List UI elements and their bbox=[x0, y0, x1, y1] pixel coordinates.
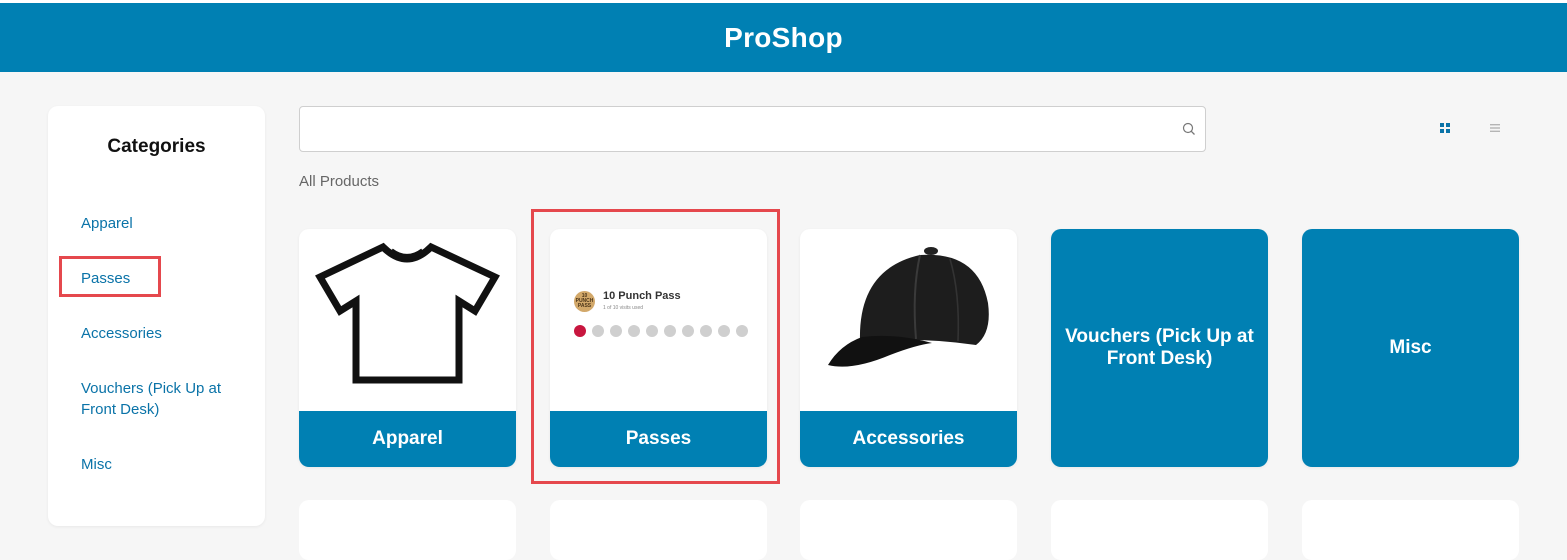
highlight-box-passes-card bbox=[531, 209, 780, 484]
highlight-box-passes-category bbox=[59, 256, 161, 297]
category-accessories[interactable]: Accessories bbox=[81, 323, 241, 344]
category-vouchers[interactable]: Vouchers (Pick Up at Front Desk) bbox=[81, 378, 241, 420]
apparel-image bbox=[299, 229, 516, 411]
app-header: ProShop bbox=[0, 0, 1567, 72]
app-title: ProShop bbox=[724, 21, 843, 53]
product-card-row2-2[interactable] bbox=[550, 500, 767, 560]
product-card-apparel[interactable]: Apparel bbox=[299, 229, 516, 467]
categories-sidebar: Categories Apparel Passes Accessories Vo… bbox=[48, 106, 265, 526]
search-input[interactable] bbox=[310, 115, 1174, 145]
search-bar[interactable] bbox=[299, 106, 1206, 152]
product-card-row2-5[interactable] bbox=[1302, 500, 1519, 560]
product-card-misc[interactable]: Misc bbox=[1302, 229, 1519, 467]
grid-view-icon[interactable] bbox=[1436, 119, 1454, 137]
t-shirt-icon bbox=[315, 242, 500, 384]
category-misc[interactable]: Misc bbox=[81, 454, 241, 475]
product-label: Vouchers (Pick Up at Front Desk) bbox=[1065, 326, 1254, 369]
product-card-vouchers[interactable]: Vouchers (Pick Up at Front Desk) bbox=[1051, 229, 1268, 467]
product-card-accessories[interactable]: Accessories bbox=[800, 229, 1017, 467]
product-label: Accessories bbox=[800, 411, 1017, 467]
product-card-row2-1[interactable] bbox=[299, 500, 516, 560]
product-label: Apparel bbox=[299, 411, 516, 467]
accessories-image bbox=[800, 229, 1017, 411]
list-view-icon[interactable] bbox=[1486, 119, 1504, 137]
product-card-row2-3[interactable] bbox=[800, 500, 1017, 560]
category-apparel[interactable]: Apparel bbox=[81, 213, 241, 234]
categories-title: Categories bbox=[107, 136, 206, 157]
product-card-row2-4[interactable] bbox=[1051, 500, 1268, 560]
search-icon[interactable] bbox=[1182, 122, 1196, 136]
baseball-cap-icon bbox=[828, 247, 989, 367]
product-label: Misc bbox=[1389, 337, 1432, 358]
breadcrumb: All Products bbox=[299, 173, 380, 190]
